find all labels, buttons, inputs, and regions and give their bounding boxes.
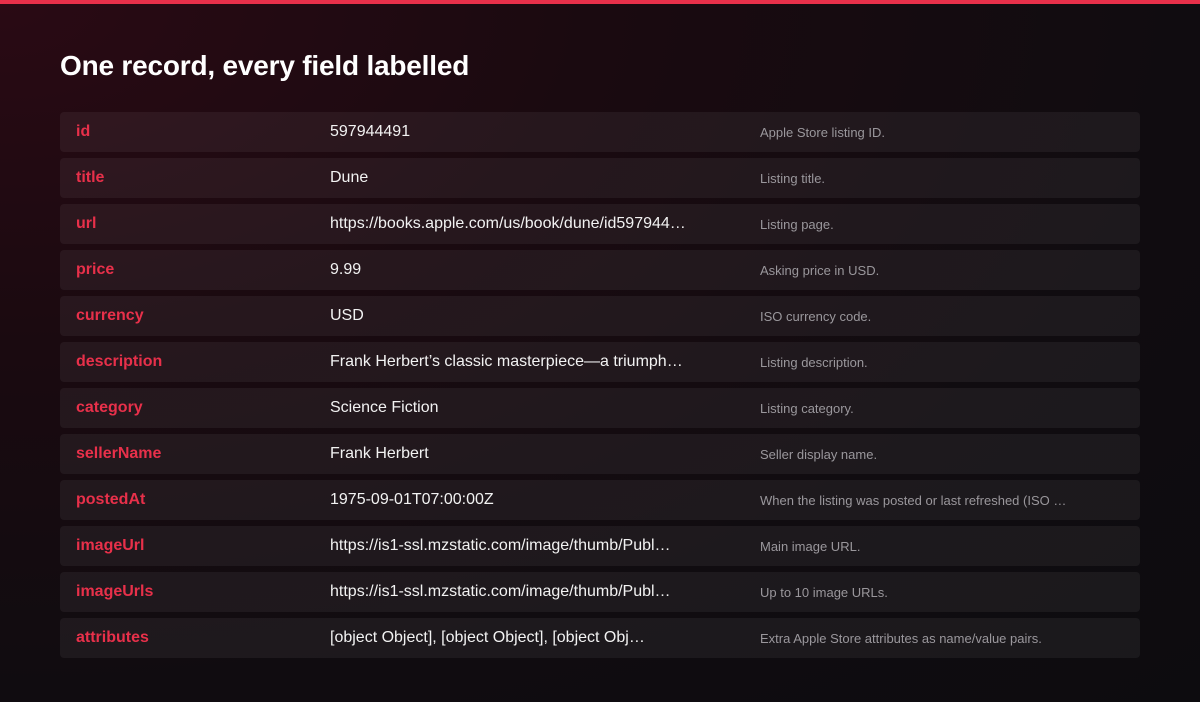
field-row-imageurls: imageUrls https://is1-ssl.mzstatic.com/i…	[60, 572, 1140, 612]
field-row-sellername: sellerName Frank Herbert Seller display …	[60, 434, 1140, 474]
field-row-category: category Science Fiction Listing categor…	[60, 388, 1140, 428]
field-description: Seller display name.	[760, 446, 878, 462]
field-list: id 597944491 Apple Store listing ID. tit…	[60, 112, 1140, 664]
field-row-currency: currency USD ISO currency code.	[60, 296, 1140, 336]
field-value: Science Fiction	[330, 399, 439, 416]
field-name: currency	[76, 307, 144, 324]
field-name: sellerName	[76, 445, 162, 462]
field-value: Frank Herbert	[330, 445, 429, 462]
field-name: description	[76, 353, 163, 370]
field-value: USD	[330, 307, 364, 324]
field-name: id	[76, 123, 91, 140]
field-description: Apple Store listing ID.	[760, 124, 886, 140]
field-name: imageUrl	[76, 537, 145, 554]
field-row-url: url https://books.apple.com/us/book/dune…	[60, 204, 1140, 244]
page-title: One record, every field labelled	[60, 50, 470, 81]
field-value: Frank Herbert’s classic masterpiece—a tr…	[330, 353, 683, 370]
field-value: [object Object], [object Object], [objec…	[330, 629, 645, 646]
field-description: ISO currency code.	[760, 308, 872, 324]
field-name: attributes	[76, 629, 149, 646]
field-name: title	[76, 169, 105, 186]
field-row-price: price 9.99 Asking price in USD.	[60, 250, 1140, 290]
accent-top-bar	[0, 0, 1200, 4]
field-description: Extra Apple Store attributes as name/val…	[760, 630, 1042, 646]
field-row-description: description Frank Herbert’s classic mast…	[60, 342, 1140, 382]
field-description: Listing category.	[760, 400, 854, 416]
field-row-postedat: postedAt 1975-09-01T07:00:00Z When the l…	[60, 480, 1140, 520]
field-value: 597944491	[330, 123, 411, 140]
field-description: Listing page.	[760, 216, 834, 232]
field-row-id: id 597944491 Apple Store listing ID.	[60, 112, 1140, 152]
field-row-attributes: attributes [object Object], [object Obje…	[60, 618, 1140, 658]
field-description: Main image URL.	[760, 538, 861, 554]
field-value: https://books.apple.com/us/book/dune/id5…	[330, 215, 686, 232]
field-value: 9.99	[330, 261, 362, 278]
field-value: https://is1-ssl.mzstatic.com/image/thumb…	[330, 583, 671, 600]
field-value: 1975-09-01T07:00:00Z	[330, 491, 494, 508]
field-name: category	[76, 399, 143, 416]
field-description: Listing title.	[760, 170, 826, 186]
field-row-imageurl: imageUrl https://is1-ssl.mzstatic.com/im…	[60, 526, 1140, 566]
field-row-title: title Dune Listing title.	[60, 158, 1140, 198]
field-name: url	[76, 215, 97, 232]
field-description: Listing description.	[760, 354, 868, 370]
field-description: Asking price in USD.	[760, 262, 880, 278]
field-description: Up to 10 image URLs.	[760, 584, 888, 600]
field-name: imageUrls	[76, 583, 154, 600]
field-value: https://is1-ssl.mzstatic.com/image/thumb…	[330, 537, 671, 554]
field-name: price	[76, 261, 115, 278]
field-name: postedAt	[76, 491, 146, 508]
field-description: When the listing was posted or last refr…	[760, 492, 1067, 508]
field-value: Dune	[330, 169, 369, 186]
